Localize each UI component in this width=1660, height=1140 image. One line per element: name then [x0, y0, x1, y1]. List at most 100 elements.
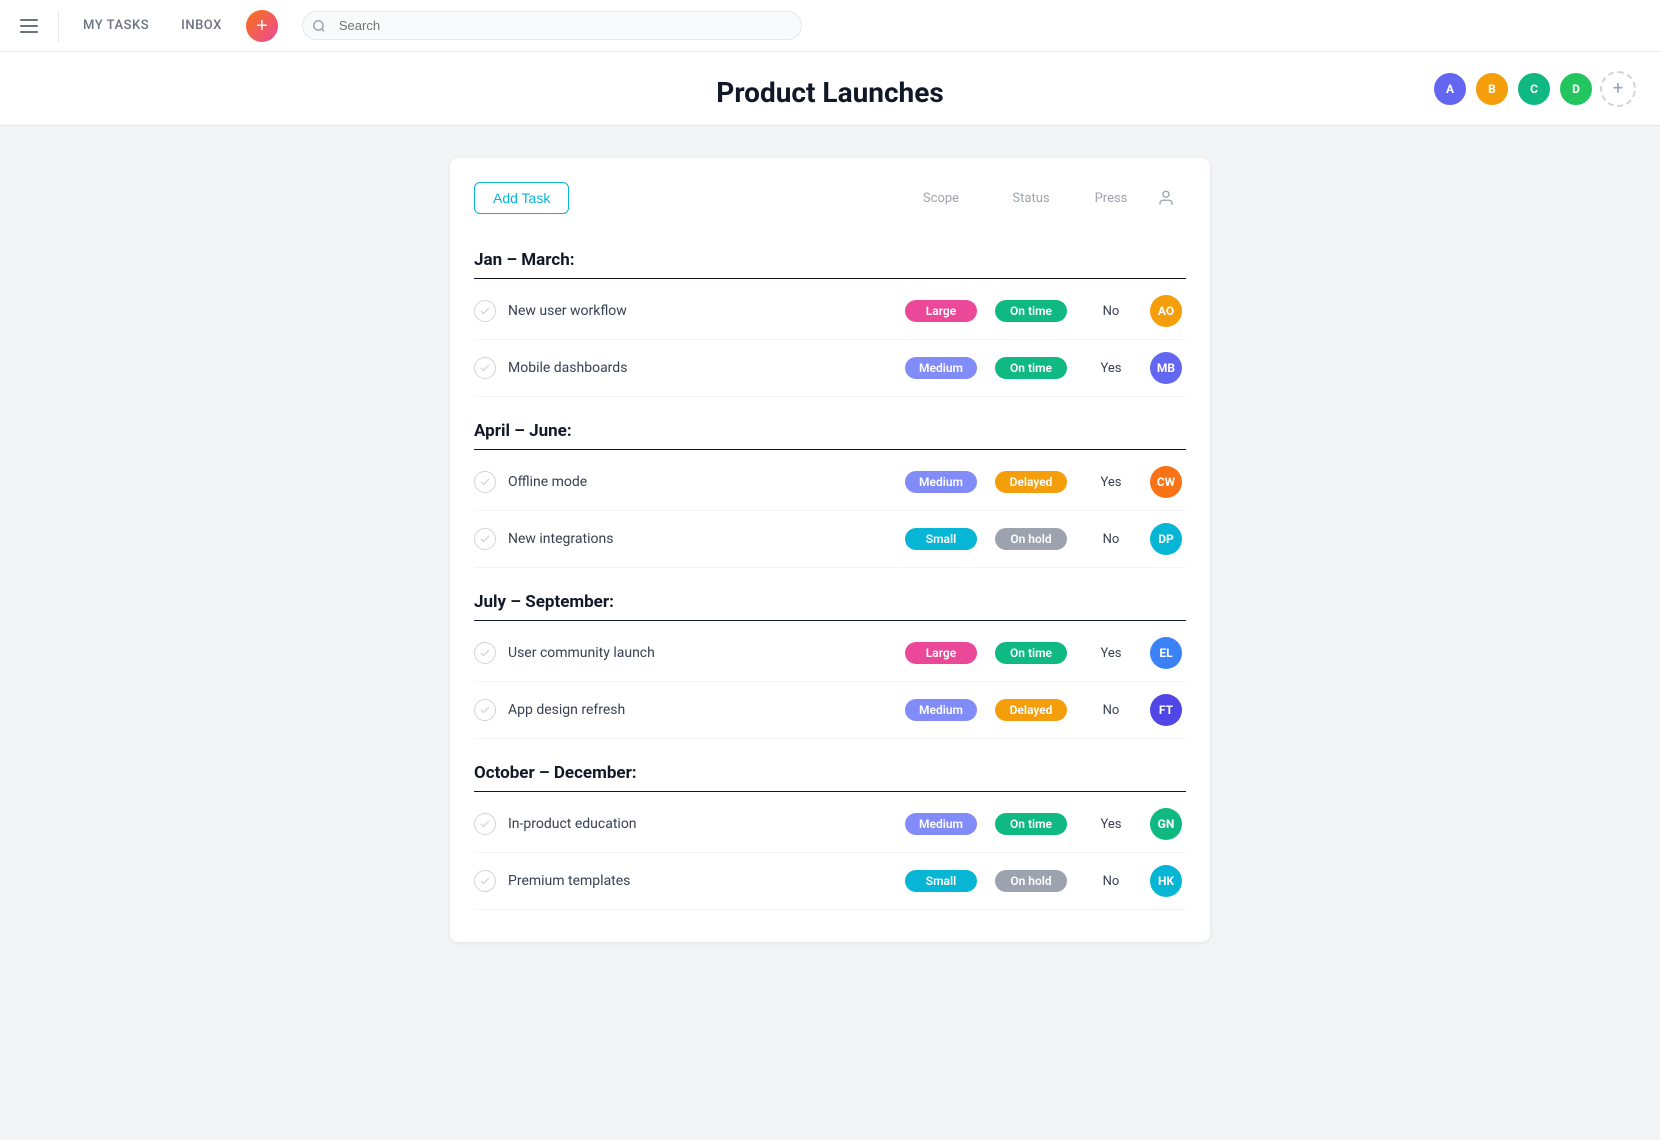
task-checkbox[interactable] [474, 642, 496, 664]
task-cols: Medium Delayed No FT [896, 694, 1186, 726]
person-col: CW [1146, 466, 1186, 498]
scope-col: Medium [896, 699, 986, 721]
search-input[interactable] [302, 11, 802, 40]
hamburger-menu[interactable] [16, 15, 42, 37]
task-row: User community launchLargeOn timeYesEL [474, 625, 1186, 682]
person-col: GN [1146, 808, 1186, 840]
scope-col: Small [896, 528, 986, 550]
status-col: Delayed [986, 699, 1076, 721]
person-col: FT [1146, 694, 1186, 726]
scope-badge: Large [905, 642, 977, 664]
avatar: D [1558, 71, 1594, 107]
press-col: No [1076, 532, 1146, 547]
topbar-divider [58, 10, 59, 42]
scope-col: Large [896, 300, 986, 322]
search-bar-wrapper [302, 11, 802, 40]
task-checkbox[interactable] [474, 813, 496, 835]
avatar: CW [1150, 466, 1182, 498]
section: April – June:Offline modeMediumDelayedYe… [474, 405, 1186, 568]
task-name: New user workflow [508, 303, 896, 319]
scope-col: Medium [896, 471, 986, 493]
press-col: No [1076, 703, 1146, 718]
nav-inbox[interactable]: INBOX [173, 14, 230, 37]
sections-container: Jan – March:New user workflowLargeOn tim… [474, 234, 1186, 910]
page-header: Product Launches ABCD+ [0, 52, 1660, 126]
scope-col: Medium [896, 813, 986, 835]
status-col: On time [986, 300, 1076, 322]
add-button[interactable]: + [246, 10, 278, 42]
task-cols: Large On timeYesEL [896, 637, 1186, 669]
task-name: New integrations [508, 531, 896, 547]
task-row: Offline mode Medium Delayed Yes CW [474, 454, 1186, 511]
status-col: On hold [986, 528, 1076, 550]
task-row: New integrationsSmall On hold No DP [474, 511, 1186, 568]
scope-badge: Medium [905, 357, 977, 379]
avatar: DP [1150, 523, 1182, 555]
nav-my-tasks[interactable]: MY TASKS [75, 14, 157, 37]
press-col: No [1076, 304, 1146, 319]
scope-badge: Medium [905, 813, 977, 835]
scope-col: Large [896, 642, 986, 664]
press-col: Yes [1076, 646, 1146, 661]
section-header: July – September: [474, 576, 1186, 621]
task-name: Premium templates [508, 873, 896, 889]
status-col: On time [986, 642, 1076, 664]
person-col: HK [1146, 865, 1186, 897]
avatar: HK [1150, 865, 1182, 897]
person-col: AO [1146, 295, 1186, 327]
col-person-icon [1146, 189, 1186, 207]
task-checkbox[interactable] [474, 300, 496, 322]
status-badge: On hold [995, 870, 1067, 892]
scope-badge: Small [905, 870, 977, 892]
status-col: On time [986, 357, 1076, 379]
avatar: AO [1150, 295, 1182, 327]
status-badge: Delayed [995, 699, 1067, 721]
scope-badge: Medium [905, 699, 977, 721]
task-checkbox[interactable] [474, 471, 496, 493]
task-cols: LargeOn timeNo AO [896, 295, 1186, 327]
person-col: EL [1146, 637, 1186, 669]
task-checkbox[interactable] [474, 528, 496, 550]
scope-badge: Medium [905, 471, 977, 493]
avatars-row: ABCD+ [1432, 71, 1636, 107]
add-task-button[interactable]: Add Task [474, 182, 569, 214]
press-col: No [1076, 874, 1146, 889]
section: July – September:User community launchLa… [474, 576, 1186, 739]
col-status-label: Status [986, 191, 1076, 206]
status-badge: Delayed [995, 471, 1067, 493]
status-badge: On hold [995, 528, 1067, 550]
status-col: Delayed [986, 471, 1076, 493]
press-col: Yes [1076, 475, 1146, 490]
toolbar: Add Task Scope Status Press [474, 182, 1186, 214]
task-row: New user workflowLargeOn timeNo AO [474, 283, 1186, 340]
task-name: Mobile dashboards [508, 360, 896, 376]
press-col: Yes [1076, 361, 1146, 376]
avatar: A [1432, 71, 1468, 107]
task-checkbox[interactable] [474, 870, 496, 892]
section: Jan – March:New user workflowLargeOn tim… [474, 234, 1186, 397]
task-cols: Medium On timeYes MB [896, 352, 1186, 384]
section-header: Jan – March: [474, 234, 1186, 279]
avatar: FT [1150, 694, 1182, 726]
task-row: In-product educationMediumOn timeYesGN [474, 796, 1186, 853]
task-checkbox[interactable] [474, 699, 496, 721]
task-name: Offline mode [508, 474, 896, 490]
task-name: App design refresh [508, 702, 896, 718]
person-col: DP [1146, 523, 1186, 555]
col-press-label: Press [1076, 191, 1146, 206]
task-cols: Medium On timeYes GN [896, 808, 1186, 840]
avatar: GN [1150, 808, 1182, 840]
status-col: On time [986, 813, 1076, 835]
col-scope-label: Scope [896, 191, 986, 206]
avatar: MB [1150, 352, 1182, 384]
page-title: Product Launches [716, 76, 943, 109]
task-checkbox[interactable] [474, 357, 496, 379]
task-cols: Small On hold No HK [896, 865, 1186, 897]
scope-col: Small [896, 870, 986, 892]
avatar: B [1474, 71, 1510, 107]
add-member-button[interactable]: + [1600, 71, 1636, 107]
press-col: Yes [1076, 817, 1146, 832]
task-row: Premium templates Small On hold No HK [474, 853, 1186, 910]
main-content: Add Task Scope Status Press Jan – March:… [0, 126, 1660, 974]
section-header: October – December: [474, 747, 1186, 792]
